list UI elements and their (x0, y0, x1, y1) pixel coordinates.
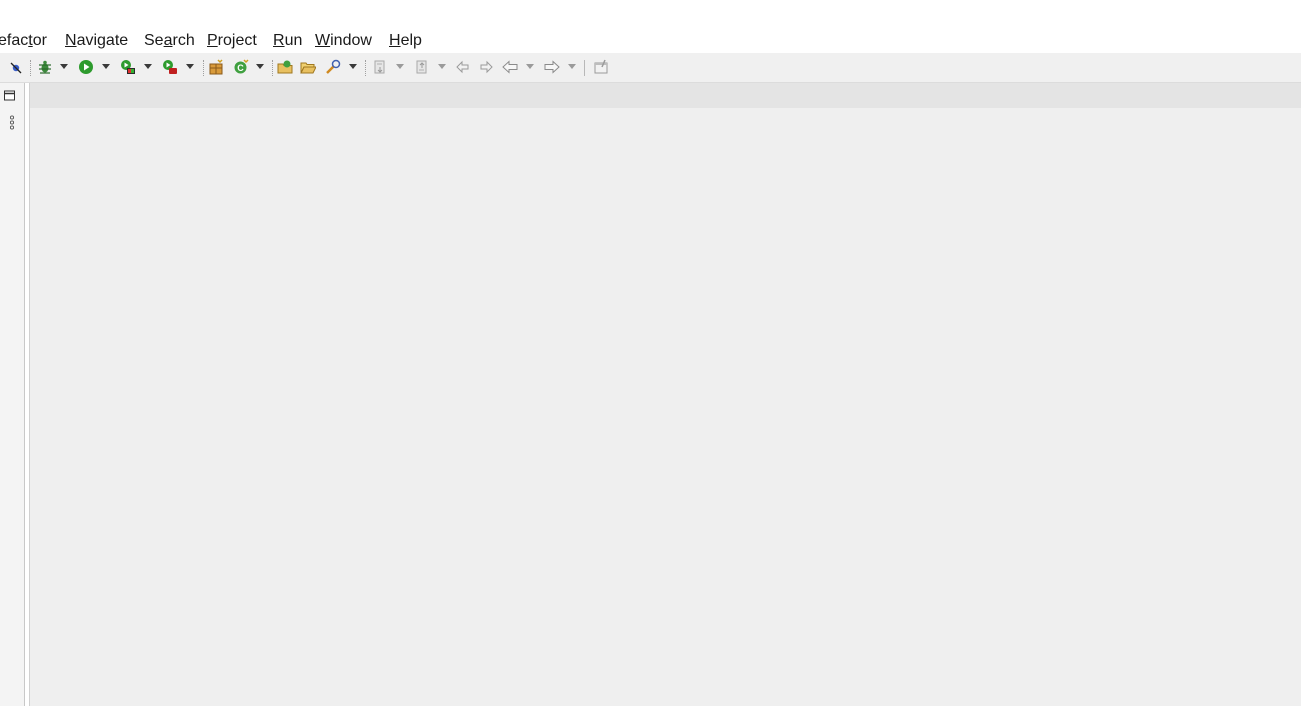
menu-window[interactable]: Window (315, 31, 372, 51)
menu-project-label: Project (207, 32, 257, 49)
back-icon[interactable] (502, 59, 518, 75)
toolbar-separator (365, 60, 366, 76)
skip-breakpoints-icon[interactable] (8, 59, 24, 75)
menu-navigate-label: Navigate (65, 32, 129, 49)
menu-run[interactable]: Run (273, 31, 302, 51)
forward-dropdown-icon[interactable] (568, 64, 576, 69)
run-icon[interactable] (78, 59, 94, 75)
toolbar-separator (30, 60, 31, 76)
menu-window-label: Window (315, 32, 372, 49)
new-class-icon[interactable]: C (233, 59, 249, 75)
next-annotation-icon[interactable] (372, 59, 388, 75)
previous-annotation-icon[interactable] (414, 59, 430, 75)
debug-dropdown-icon[interactable] (60, 64, 68, 69)
pin-editor-icon[interactable] (593, 59, 609, 75)
back-dropdown-icon[interactable] (526, 64, 534, 69)
previous-annotation-dropdown-icon[interactable] (438, 64, 446, 69)
menu-refactor[interactable]: efactor (0, 31, 47, 51)
menu-project[interactable]: Project (207, 31, 257, 51)
minimized-view-stack (0, 83, 25, 706)
open-folder-icon[interactable] (300, 59, 316, 75)
open-type-icon[interactable] (277, 59, 293, 75)
run-dropdown-icon[interactable] (102, 64, 110, 69)
coverage-dropdown-icon[interactable] (144, 64, 152, 69)
forward-icon[interactable] (544, 59, 560, 75)
menu-help-label: Help (389, 32, 422, 49)
menu-search[interactable]: Search (144, 31, 195, 51)
svg-text:C: C (237, 63, 244, 73)
window-title-bar (0, 0, 1301, 29)
menu-navigate[interactable]: Navigate (65, 31, 128, 51)
search-icon[interactable] (325, 59, 341, 75)
debug-icon[interactable] (37, 59, 53, 75)
menu-bar: efactor Navigate Search Project Run Wind… (0, 29, 1301, 53)
toolbar-separator (584, 60, 585, 76)
menu-help[interactable]: Help (389, 31, 422, 51)
coverage-icon[interactable] (120, 59, 136, 75)
search-dropdown-icon[interactable] (349, 64, 357, 69)
new-class-dropdown-icon[interactable] (256, 64, 264, 69)
toolbar-separator (272, 60, 273, 76)
external-tools-dropdown-icon[interactable] (186, 64, 194, 69)
next-annotation-dropdown-icon[interactable] (396, 64, 404, 69)
view-icon[interactable] (7, 115, 17, 131)
menu-refactor-label: efactor (0, 32, 47, 49)
last-edit-icon[interactable] (455, 59, 471, 75)
menu-run-label: Run (273, 32, 303, 49)
new-package-icon[interactable] (208, 59, 224, 75)
editor-tab-bar (30, 83, 1301, 108)
external-tools-icon[interactable] (162, 59, 178, 75)
editor-area (29, 83, 1301, 706)
restore-icon[interactable] (3, 88, 17, 102)
toolbar-separator (203, 60, 204, 76)
next-edit-icon[interactable] (478, 59, 494, 75)
menu-search-label: Search (144, 32, 195, 49)
main-toolbar: C (0, 53, 1301, 83)
